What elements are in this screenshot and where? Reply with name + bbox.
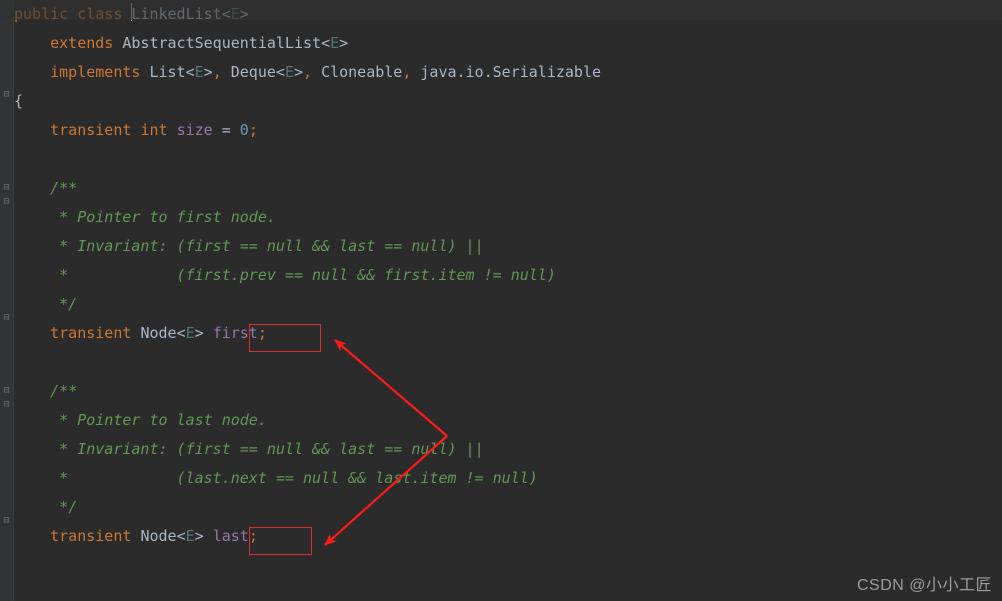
fold-marker-icon[interactable]: ⊟	[2, 197, 11, 206]
fold-marker-icon[interactable]: ⊟	[2, 90, 11, 99]
fold-marker-icon[interactable]: ⊟	[2, 183, 11, 192]
editor-gutter: ⊟ ⊟ ⊟ ⊟ ⊟ ⊟ ⊟	[0, 0, 14, 601]
fold-marker-icon[interactable]: ⊟	[2, 400, 11, 409]
fold-marker-icon[interactable]: ⊟	[2, 386, 11, 395]
code-editor[interactable]: ⊟ ⊟ ⊟ ⊟ ⊟ ⊟ ⊟ public class LinkedList<E> exten…	[0, 0, 1002, 601]
fold-marker-icon[interactable]: ⊟	[2, 516, 11, 525]
watermark: CSDN @小小工匠	[857, 571, 992, 595]
code-area[interactable]: public class LinkedList<E> extends Abstr…	[14, 0, 601, 551]
fold-marker-icon[interactable]: ⊟	[2, 313, 11, 322]
